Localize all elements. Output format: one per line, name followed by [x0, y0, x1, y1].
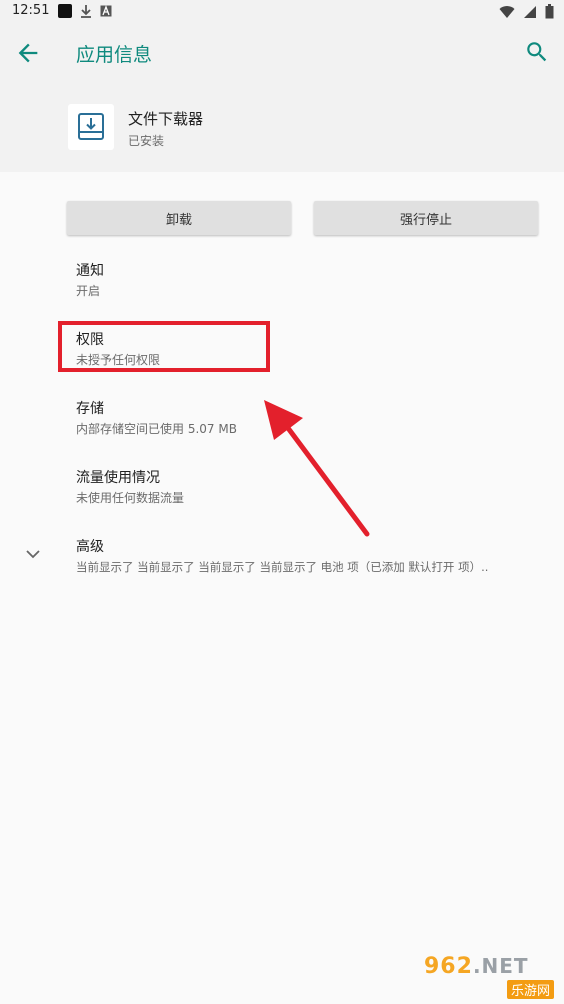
status-bar: 12:51 [0, 0, 564, 24]
force-stop-button[interactable]: 强行停止 [314, 201, 538, 235]
list-item-advanced[interactable]: 高级 当前显示了 当前显示了 当前显示了 当前显示了 电池 项（已添加 默认打开… [76, 538, 544, 575]
status-left-icons [58, 4, 112, 18]
watermark-bottom: 乐游网 [506, 980, 554, 999]
item-subtitle: 内部存储空间已使用 5.07 MB [76, 422, 237, 436]
search-button[interactable] [524, 39, 552, 67]
watermark-logo: 962.NET 乐游网 [424, 954, 560, 999]
item-subtitle: 未使用任何数据流量 [76, 491, 185, 505]
search-icon [527, 42, 547, 62]
signal-icon [524, 5, 536, 18]
item-title: 高级 [76, 539, 104, 555]
item-subtitle: 开启 [76, 284, 101, 298]
item-title: 流量使用情况 [76, 470, 160, 486]
expand-advanced-button[interactable] [24, 545, 42, 563]
app-header: 文件下载器 已安装 [0, 82, 564, 172]
watermark-top: 962.NET [424, 954, 529, 979]
arrow-back-icon [18, 43, 38, 63]
app-name: 文件下载器 [128, 110, 204, 128]
highlight-box [58, 321, 270, 372]
wifi-icon [499, 5, 515, 18]
notification-app-icon [58, 4, 72, 18]
list-item-data-usage[interactable]: 流量使用情况 未使用任何数据流量 [76, 469, 546, 506]
download-icon [78, 113, 104, 140]
battery-icon [545, 4, 554, 19]
download-status-icon [81, 5, 91, 18]
status-time: 12:51 [12, 3, 50, 18]
item-title: 存储 [76, 401, 104, 417]
item-subtitle: 当前显示了 当前显示了 当前显示了 当前显示了 电池 项（已添加 默认打开 项）… [76, 560, 489, 574]
back-button[interactable] [14, 39, 42, 67]
list-item-notifications[interactable]: 通知 开启 [76, 262, 546, 299]
list-item-storage[interactable]: 存储 内部存储空间已使用 5.07 MB [76, 400, 546, 437]
app-bar: 应用信息 [0, 24, 564, 82]
font-status-icon [100, 5, 112, 17]
app-icon [68, 104, 114, 150]
uninstall-button[interactable]: 卸载 [67, 201, 291, 235]
page-title: 应用信息 [76, 44, 153, 66]
status-right-icons [499, 4, 554, 19]
item-title: 通知 [76, 263, 104, 279]
chevron-down-icon [26, 550, 40, 559]
app-install-status: 已安装 [128, 134, 165, 148]
